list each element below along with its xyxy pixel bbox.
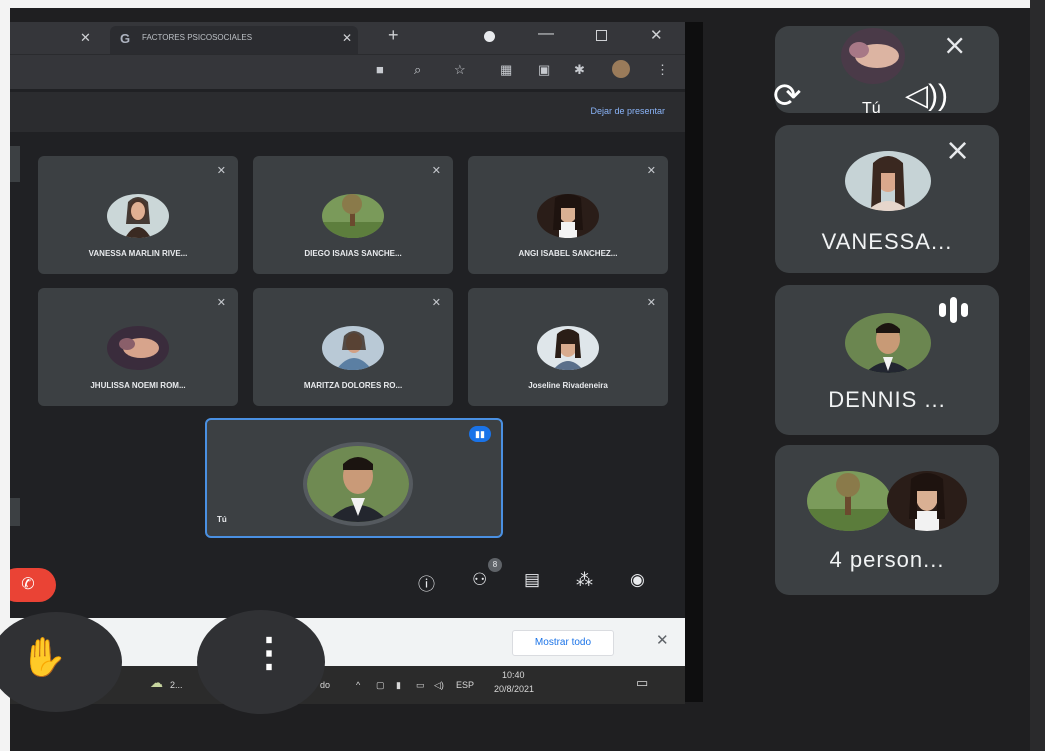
- self-preview-card[interactable]: ⨯: [775, 26, 999, 113]
- switch-camera-icon[interactable]: ⟳: [773, 76, 802, 116]
- hand-icon: ✋: [20, 637, 68, 679]
- close-tab-icon[interactable]: ✕: [342, 31, 352, 45]
- mic-off-icon: ✕: [431, 297, 441, 309]
- minimize-icon[interactable]: —: [538, 25, 554, 43]
- volume-icon[interactable]: ◁): [434, 680, 444, 691]
- browser-tab[interactable]: G FACTORES PSICOSOCIALES ✕: [110, 26, 358, 54]
- battery-icon[interactable]: ▭: [416, 680, 425, 691]
- new-tab-icon[interactable]: +: [388, 25, 399, 46]
- mic-off-icon: ✕: [646, 297, 656, 309]
- participant-name: DIEGO ISAIAS SANCHE...: [304, 249, 402, 258]
- photo-border-top: [0, 0, 1045, 8]
- clock-date: 20/8/2021: [494, 684, 535, 694]
- google-icon: G: [120, 31, 131, 46]
- participant-card[interactable]: DENNIS ...: [775, 285, 999, 435]
- presenting-bar: Dejar de presentar: [10, 92, 685, 132]
- speaker-icon[interactable]: ◁)): [905, 78, 948, 113]
- mic-off-icon: ⨯: [945, 134, 971, 167]
- participant-avatar: [107, 326, 169, 370]
- people-icon[interactable]: ⚇: [472, 570, 487, 590]
- mic-off-icon: ✕: [216, 297, 226, 309]
- participant-name: DENNIS ...: [828, 387, 946, 412]
- participant-avatar: [107, 194, 169, 238]
- participant-count-badge: 8: [488, 558, 502, 572]
- partial-text: do: [320, 680, 331, 690]
- clock-time: 10:40: [502, 670, 525, 680]
- self-label: Tú: [862, 100, 881, 117]
- profile-dot-icon[interactable]: [484, 31, 495, 42]
- participant-avatar: [887, 471, 967, 531]
- participant-avatar: [845, 313, 931, 373]
- more-vert-icon: ⋮: [249, 631, 289, 675]
- mic-off-icon: ✕: [216, 165, 226, 177]
- self-preview-avatar: [841, 28, 905, 84]
- tab-title: FACTORES PSICOSOCIALES: [142, 33, 253, 42]
- self-avatar: [303, 442, 413, 526]
- end-call-button[interactable]: ✆: [10, 568, 56, 602]
- mic-off-icon[interactable]: ⨯: [943, 28, 966, 61]
- speaking-indicator-icon: ▮▮: [469, 426, 491, 442]
- show-all-button[interactable]: Mostrar todo: [512, 630, 614, 656]
- browser-window: ✕ G FACTORES PSICOSOCIALES ✕ + — ✕ ■ ⌕ ☆…: [10, 22, 685, 618]
- puzzle-icon[interactable]: ✱: [574, 62, 585, 78]
- extension-icon[interactable]: ▣: [538, 62, 550, 78]
- mic-icon[interactable]: ▮: [396, 680, 401, 691]
- participant-avatar: [537, 326, 599, 370]
- participant-name: JHULISSA NOEMI ROM...: [90, 381, 186, 390]
- weather-text: 2...: [170, 680, 183, 690]
- participant-avatar: [322, 326, 384, 370]
- mic-off-icon: ✕: [431, 165, 441, 177]
- monitor-bezel: [685, 22, 703, 702]
- participant-name: ANGI ISABEL SANCHEZ...: [518, 249, 618, 258]
- camera-icon[interactable]: ■: [376, 62, 384, 77]
- notification-icon[interactable]: ▭: [636, 675, 648, 691]
- participant-tile[interactable]: ✕ DIEGO ISAIAS SANCHE...: [253, 156, 453, 274]
- self-tile[interactable]: ▮▮ Tú: [205, 418, 503, 538]
- star-icon[interactable]: ☆: [454, 62, 466, 78]
- photo-border-right: [1030, 0, 1045, 751]
- tray-icon[interactable]: ▢: [376, 680, 385, 691]
- more-options-button[interactable]: ⋮: [197, 610, 325, 714]
- participant-name: VANESSA...: [821, 229, 953, 254]
- participant-tile[interactable]: ✕ MARITZA DOLORES RO...: [253, 288, 453, 406]
- stop-presenting-button[interactable]: Dejar de presentar: [590, 106, 665, 116]
- participant-tile[interactable]: ✕ VANESSA MARLIN RIVE...: [38, 156, 238, 274]
- language-indicator[interactable]: ESP: [456, 680, 474, 690]
- weather-icon: ☁: [150, 675, 163, 690]
- maximize-icon[interactable]: [596, 30, 607, 41]
- participant-avatar: [845, 151, 931, 211]
- participant-tile[interactable]: ✕ ANGI ISABEL SANCHEZ...: [468, 156, 668, 274]
- grid-icon[interactable]: ▦: [500, 62, 512, 78]
- kebab-menu-icon[interactable]: ⋮: [656, 62, 669, 78]
- window-close-icon[interactable]: ✕: [650, 26, 663, 44]
- info-icon[interactable]: ⓘ: [418, 570, 435, 595]
- activities-icon[interactable]: ⁂: [576, 570, 593, 590]
- participant-avatar: [537, 194, 599, 238]
- chevron-up-icon[interactable]: ^: [356, 680, 360, 690]
- edge-tile: [10, 146, 20, 182]
- browser-toolbar: ■ ⌕ ☆ ▦ ▣ ✱ ⋮: [10, 54, 685, 89]
- participant-avatar: [322, 194, 384, 238]
- participant-tile[interactable]: ✕ JHULISSA NOEMI ROM...: [38, 288, 238, 406]
- participant-name: MARITZA DOLORES RO...: [303, 381, 403, 390]
- mic-off-icon: ✕: [646, 165, 656, 177]
- close-icon[interactable]: ✕: [80, 30, 91, 46]
- zoom-icon[interactable]: ⌕: [414, 62, 421, 78]
- participant-avatar: [807, 471, 891, 531]
- participant-name: VANESSA MARLIN RIVE...: [88, 249, 188, 258]
- participant-tile[interactable]: ✕ Joseline Rivadeneira: [468, 288, 668, 406]
- edge-tile: [10, 498, 20, 526]
- tab-strip: ✕ G FACTORES PSICOSOCIALES ✕ + — ✕: [10, 22, 685, 54]
- participant-card[interactable]: ⨯ VANESSA...: [775, 125, 999, 273]
- participant-name: Joseline Rivadeneira: [528, 381, 608, 390]
- speaking-indicator-icon: [939, 297, 972, 323]
- participant-group-card[interactable]: 4 person...: [775, 445, 999, 595]
- participant-group-label: 4 person...: [829, 547, 945, 572]
- lock-icon[interactable]: ◉: [630, 570, 645, 590]
- avatar[interactable]: [612, 60, 630, 78]
- self-label: Tú: [217, 515, 227, 524]
- close-download-bar-icon[interactable]: ✕: [656, 631, 669, 649]
- chat-icon[interactable]: ▤: [524, 570, 540, 590]
